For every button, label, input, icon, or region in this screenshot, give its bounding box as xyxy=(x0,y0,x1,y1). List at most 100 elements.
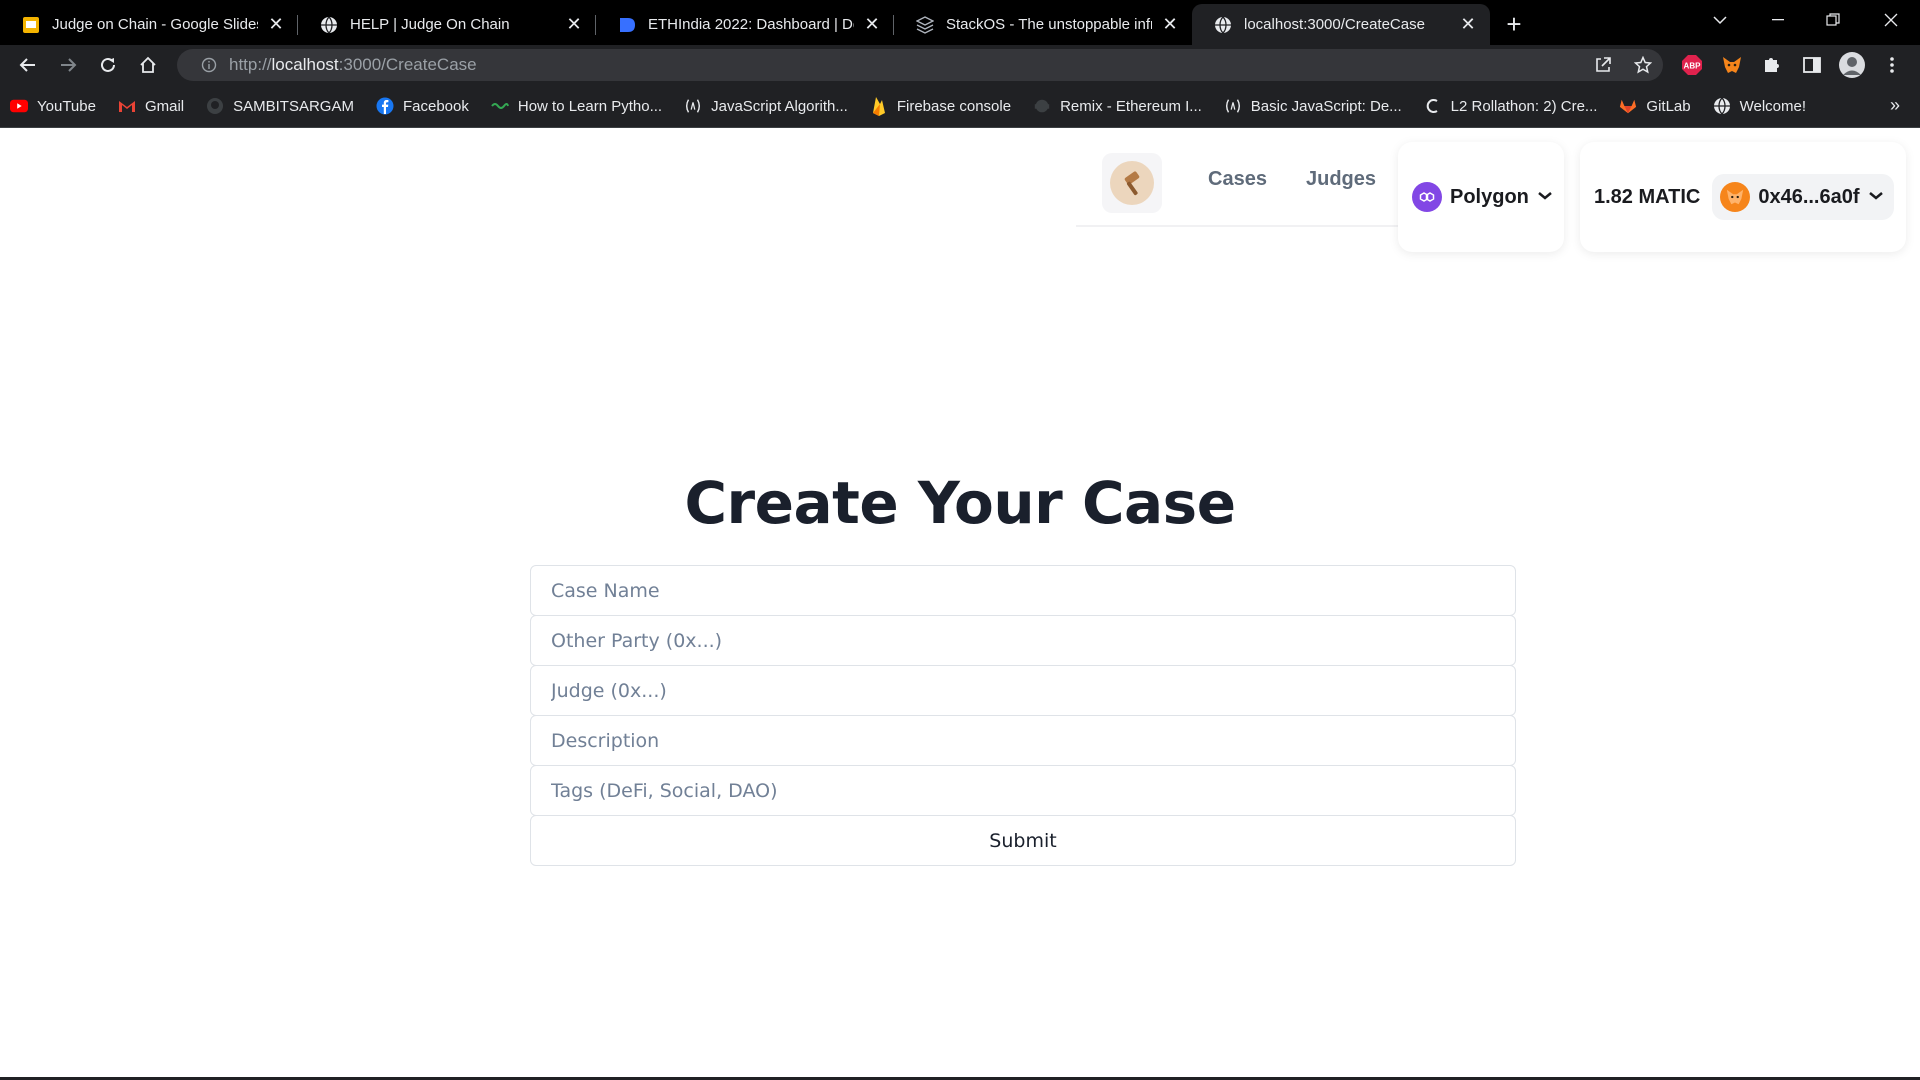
bookmark-gmail[interactable]: Gmail xyxy=(118,97,184,115)
close-icon[interactable]: ✕ xyxy=(564,14,584,35)
adblock-icon[interactable]: ABP xyxy=(1672,45,1712,85)
bookmark-firebase-console[interactable]: Firebase console xyxy=(870,97,1012,116)
tab-title: HELP | Judge On Chain xyxy=(350,16,510,33)
bookmark-label: SAMBITSARGAM xyxy=(233,97,354,115)
bookmark-label: JavaScript Algorith... xyxy=(711,97,848,115)
page-title: Create Your Case xyxy=(684,469,1236,537)
bookmark-label: L2 Rollathon: 2) Cre... xyxy=(1450,97,1598,115)
submit-button[interactable]: Submit xyxy=(530,815,1516,866)
kebab-menu-icon[interactable] xyxy=(1872,45,1912,85)
bookmark-remix[interactable]: Remix - Ethereum I... xyxy=(1033,97,1202,115)
puzzle-icon[interactable] xyxy=(1752,45,1792,85)
description-input[interactable] xyxy=(530,715,1516,766)
account-button[interactable]: 0x46...6a0f xyxy=(1712,174,1894,220)
chain-name: Polygon xyxy=(1450,185,1529,208)
profile-avatar[interactable] xyxy=(1832,45,1872,85)
tab-search-icon[interactable] xyxy=(1700,0,1740,40)
tab-help[interactable]: HELP | Judge On Chain ✕ xyxy=(298,4,596,45)
bookmark-star-icon[interactable] xyxy=(1623,45,1663,85)
sidepanel-icon[interactable] xyxy=(1792,45,1832,85)
bookmark-javascript-algorithms[interactable]: JavaScript Algorith... xyxy=(684,97,848,115)
app-navbar: Cases Judges Polygon 1.82 MATIC 0x46...6… xyxy=(1076,141,1906,252)
new-tab-button[interactable]: + xyxy=(1494,4,1534,45)
bookmark-facebook[interactable]: Facebook xyxy=(376,97,469,115)
tags-input[interactable] xyxy=(530,765,1516,816)
close-icon[interactable]: ✕ xyxy=(862,14,882,35)
tab-strip: Judge on Chain - Google Slides ✕ HELP | … xyxy=(0,0,1920,45)
reload-icon[interactable] xyxy=(88,45,128,85)
page-content: Cases Judges Polygon 1.82 MATIC 0x46...6… xyxy=(0,129,1920,1080)
forward-icon[interactable] xyxy=(48,45,88,85)
bookmarks-bar: YouTube Gmail SAMBITSARGAM Facebook How … xyxy=(0,85,1920,128)
judge-input[interactable] xyxy=(530,665,1516,716)
chevron-down-icon xyxy=(1868,188,1884,206)
nav-link-cases[interactable]: Cases xyxy=(1208,168,1267,191)
bookmark-basic-javascript[interactable]: Basic JavaScript: De... xyxy=(1224,97,1402,115)
bookmark-label: GitLab xyxy=(1646,97,1691,115)
bookmark-label: Welcome! xyxy=(1739,97,1807,115)
slides-icon xyxy=(22,16,40,34)
polygon-icon xyxy=(1412,182,1442,212)
facebook-icon xyxy=(376,97,394,115)
bookmark-l2-rollathon[interactable]: L2 Rollathon: 2) Cre... xyxy=(1424,97,1598,115)
bookmark-youtube[interactable]: YouTube xyxy=(10,97,96,115)
fcc-icon xyxy=(1224,97,1242,115)
stackos-icon xyxy=(916,15,934,34)
globe-icon xyxy=(320,16,338,34)
share-icon[interactable] xyxy=(1583,45,1623,85)
bookmark-label: Gmail xyxy=(144,97,185,115)
chevron-down-icon xyxy=(1537,188,1553,206)
bookmark-label: How to Learn Pytho... xyxy=(517,97,663,115)
url-text: http://localhost:3000/CreateCase xyxy=(229,55,477,74)
restore-icon[interactable] xyxy=(1810,0,1856,40)
devfolio-icon xyxy=(618,16,636,34)
svg-text:ABP: ABP xyxy=(1684,62,1702,71)
youtube-icon xyxy=(10,97,28,115)
bookmark-welcome[interactable]: Welcome! xyxy=(1713,97,1806,115)
tab-title: Judge on Chain - Google Slides xyxy=(52,16,258,33)
bookmark-label: YouTube xyxy=(37,97,96,115)
tab-localhost-createcase[interactable]: localhost:3000/CreateCase ✕ xyxy=(1192,4,1490,45)
gavel-icon xyxy=(1110,161,1154,205)
close-icon[interactable]: ✕ xyxy=(1160,14,1180,35)
tab-title: localhost:3000/CreateCase xyxy=(1244,16,1425,33)
account-panel: 1.82 MATIC 0x46...6a0f xyxy=(1580,142,1906,252)
navbar-divider xyxy=(1076,225,1406,227)
metamask-fox-icon xyxy=(1720,182,1751,212)
link-icon xyxy=(1424,97,1442,115)
nav-link-judges[interactable]: Judges xyxy=(1306,168,1376,191)
close-icon[interactable]: ✕ xyxy=(266,14,286,35)
bookmark-label: Basic JavaScript: De... xyxy=(1250,97,1402,115)
wallet-balance: 1.82 MATIC xyxy=(1594,185,1701,208)
bookmark-label: Remix - Ethereum I... xyxy=(1060,97,1202,115)
globe-icon xyxy=(1214,16,1232,34)
bookmark-sambitsargam[interactable]: SAMBITSARGAM xyxy=(206,97,354,115)
fcc-icon xyxy=(684,97,702,115)
home-icon[interactable] xyxy=(128,45,168,85)
browser-toolbar: http://localhost:3000/CreateCase ABP xyxy=(0,45,1920,85)
tab-ethindia[interactable]: ETHIndia 2022: Dashboard | Devfolio ✕ xyxy=(596,4,894,45)
gmail-icon xyxy=(118,97,136,115)
bookmark-how-to-learn-python[interactable]: How to Learn Pytho... xyxy=(491,97,662,115)
wallet-address: 0x46...6a0f xyxy=(1758,185,1860,208)
minimize-icon[interactable] xyxy=(1755,0,1801,40)
metamask-icon[interactable] xyxy=(1712,45,1752,85)
back-icon[interactable] xyxy=(8,45,48,85)
case-name-input[interactable] xyxy=(530,565,1516,616)
tab-google-slides[interactable]: Judge on Chain - Google Slides ✕ xyxy=(0,4,298,45)
address-bar[interactable]: http://localhost:3000/CreateCase xyxy=(177,49,1663,81)
tab-title: StackOS - The unstoppable infrastructure xyxy=(946,16,1152,33)
chain-selector[interactable]: Polygon xyxy=(1398,142,1564,252)
app-logo[interactable] xyxy=(1102,153,1162,213)
gitlab-icon xyxy=(1619,97,1637,115)
create-case-form: Submit xyxy=(530,565,1516,866)
github-icon xyxy=(206,97,224,115)
bookmarks-overflow-icon[interactable]: » xyxy=(1890,95,1900,116)
site-info-icon[interactable] xyxy=(183,57,217,73)
other-party-input[interactable] xyxy=(530,615,1516,666)
bookmark-label: Firebase console xyxy=(896,97,1012,115)
window-close-icon[interactable] xyxy=(1866,0,1916,40)
close-icon[interactable]: ✕ xyxy=(1458,14,1478,35)
bookmark-gitlab[interactable]: GitLab xyxy=(1619,97,1691,115)
tab-stackos[interactable]: StackOS - The unstoppable infrastructure… xyxy=(894,4,1192,45)
